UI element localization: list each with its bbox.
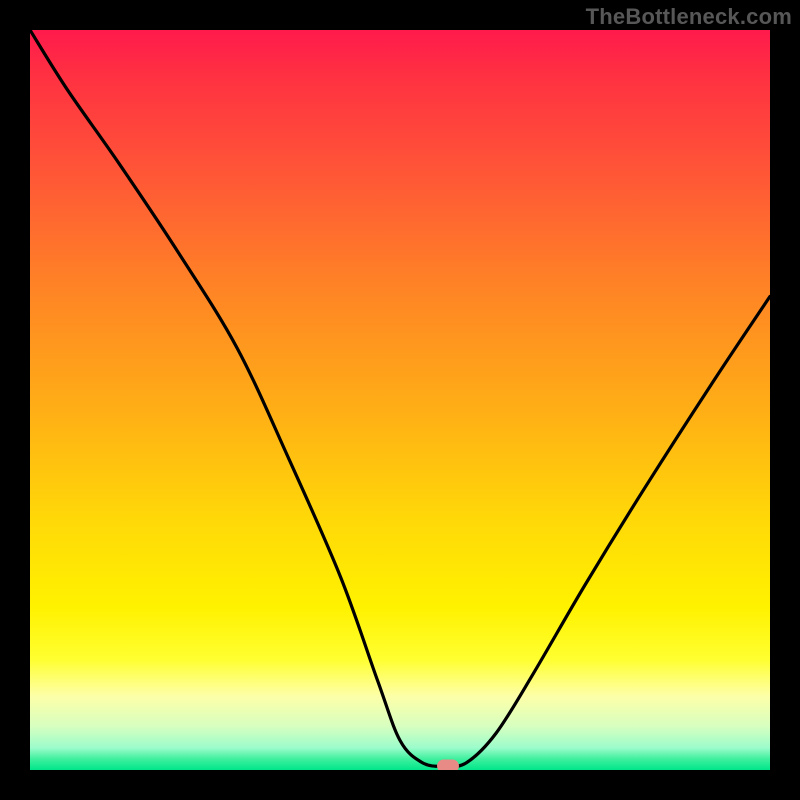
plot-area [30, 30, 770, 770]
chart-frame: TheBottleneck.com [0, 0, 800, 800]
optimum-marker [437, 759, 459, 770]
attribution-text: TheBottleneck.com [586, 4, 792, 30]
curve-path [30, 30, 770, 767]
bottleneck-curve [30, 30, 770, 770]
